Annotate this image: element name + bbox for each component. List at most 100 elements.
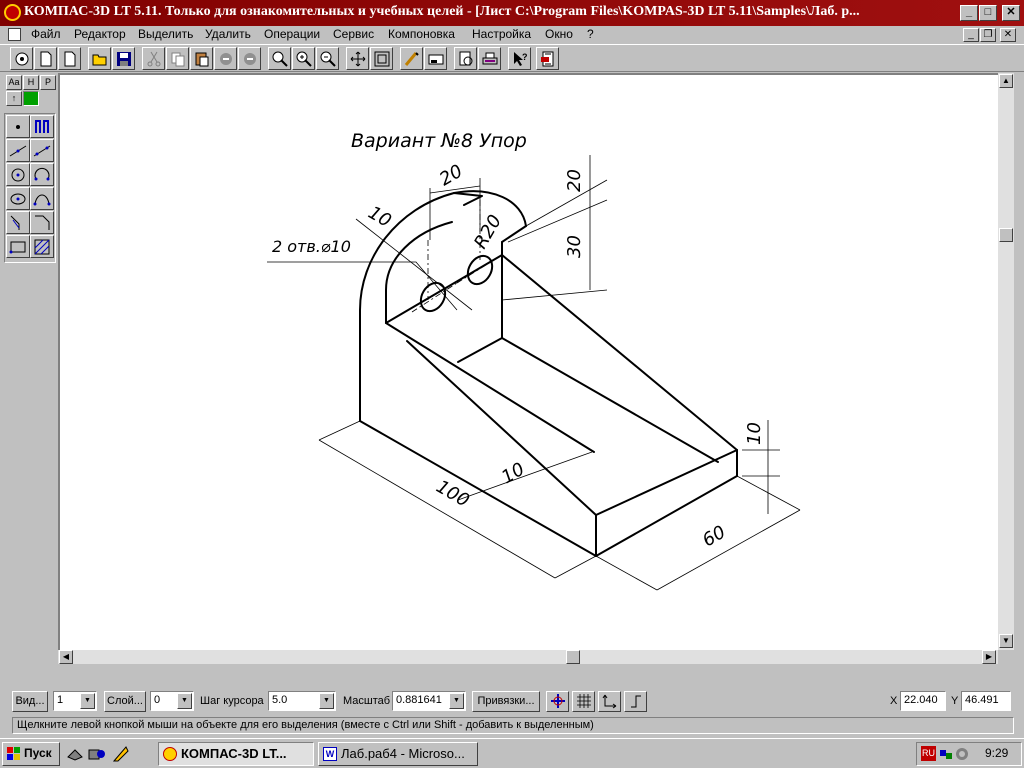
zoom-in-button[interactable] — [292, 47, 315, 70]
point-tool[interactable] — [6, 115, 30, 138]
scroll-up-button[interactable]: ▲ — [999, 74, 1013, 88]
network-icon[interactable] — [939, 747, 953, 761]
volume-icon[interactable] — [955, 747, 969, 761]
cursor-step-combo[interactable]: 5.0 ▼ — [268, 691, 336, 711]
menu-settings[interactable]: Настройка — [472, 27, 531, 42]
doc-close-button[interactable]: ✕ — [1000, 28, 1016, 42]
pan-icon — [350, 51, 366, 67]
scroll-down-button[interactable]: ▼ — [999, 634, 1013, 648]
layer-button[interactable]: Слой... — [104, 691, 146, 712]
redo-button[interactable] — [238, 47, 261, 70]
clock: 9:29 — [985, 746, 1009, 760]
y-coordinate-field[interactable]: 46.491 — [961, 691, 1011, 711]
x-coordinate-field[interactable]: 22.040 — [900, 691, 946, 711]
vertical-scroll-thumb[interactable] — [999, 228, 1013, 242]
chamfer-tool[interactable] — [30, 211, 54, 234]
menu-window[interactable]: Окно — [545, 27, 573, 42]
help-pointer-icon: ? — [514, 52, 528, 66]
tab-geometry[interactable] — [23, 91, 39, 106]
zoom-button[interactable] — [268, 47, 291, 70]
local-cs-button[interactable] — [598, 691, 621, 712]
word-task-icon: W — [323, 747, 337, 761]
fillet-tool[interactable] — [6, 211, 30, 234]
dim-30: 30 — [564, 235, 585, 258]
cut-button[interactable] — [142, 47, 165, 70]
doc-restore-button[interactable]: ❐ — [980, 28, 996, 42]
open-button[interactable] — [88, 47, 111, 70]
tab-text[interactable]: Аа — [6, 75, 22, 90]
auxiliary-line-tool[interactable] — [30, 115, 54, 138]
menu-operations[interactable]: Операции — [264, 27, 320, 42]
close-button[interactable]: ✕ — [1002, 5, 1020, 21]
menu-delete[interactable]: Удалить — [205, 27, 251, 42]
horizontal-scrollbar[interactable]: ◀ ▶ — [58, 650, 998, 664]
grid-snap-button[interactable] — [546, 691, 569, 712]
menu-help[interactable]: ? — [587, 27, 594, 42]
drawing-sheet: Вариант №8 Упор 20 10 2 отв.⌀10 R20 20 3… — [267, 130, 801, 591]
segment-tool[interactable] — [6, 139, 30, 162]
layers-button[interactable] — [424, 47, 447, 70]
maximize-button[interactable]: □ — [979, 5, 997, 21]
tab-parameters[interactable]: Р — [40, 75, 56, 90]
preview-button[interactable] — [454, 47, 477, 70]
help-pointer-button[interactable]: ? — [508, 47, 531, 70]
new-fragment-button[interactable] — [58, 47, 81, 70]
language-indicator[interactable]: RU — [921, 746, 936, 761]
manager-button[interactable] — [536, 47, 559, 70]
view-combo[interactable]: 1 ▼ — [53, 691, 97, 711]
zoom-all-button[interactable] — [370, 47, 393, 70]
document-properties-button[interactable] — [10, 47, 33, 70]
task-kompas[interactable]: КОМПАС-3D LT... — [158, 742, 314, 766]
menu-editor[interactable]: Редактор — [74, 27, 126, 42]
chevron-down-icon[interactable]: ▼ — [177, 693, 192, 709]
scale-combo[interactable]: 0.881641 ▼ — [392, 691, 466, 711]
title-bar[interactable]: КОМПАС-3D LT 5.11. Только для ознакомите… — [0, 0, 1024, 26]
drawing-canvas[interactable]: Вариант №8 Упор 20 10 2 отв.⌀10 R20 20 3… — [58, 73, 998, 650]
vertical-scrollbar[interactable]: ▲ ▼ — [998, 73, 1014, 650]
tab-dimensions[interactable]: Н — [23, 75, 39, 90]
tab-measure[interactable]: ↑ — [6, 91, 22, 106]
start-button[interactable]: Пуск — [2, 742, 60, 766]
spline-tool[interactable] — [30, 187, 54, 210]
ellipse-tool[interactable] — [6, 187, 30, 210]
quicklaunch-email-icon[interactable] — [66, 745, 84, 763]
menu-select[interactable]: Выделить — [138, 27, 193, 42]
chevron-down-icon[interactable]: ▼ — [80, 693, 95, 709]
save-button[interactable] — [112, 47, 135, 70]
print-button[interactable] — [478, 47, 501, 70]
grid-button[interactable] — [572, 691, 595, 712]
doc-minimize-button[interactable]: _ — [963, 28, 979, 42]
ortho-button[interactable] — [624, 691, 647, 712]
quicklaunch-app-icon[interactable] — [112, 745, 130, 763]
status-bar: Щелкните левой кнопкой мыши на объекте д… — [0, 715, 1024, 735]
refresh-button[interactable] — [400, 47, 423, 70]
kompas-app-icon[interactable] — [4, 4, 21, 21]
task-word[interactable]: W Лаб.раб4 - Microso... — [318, 742, 478, 766]
scroll-right-button[interactable]: ▶ — [982, 650, 996, 664]
menu-file[interactable]: Файл — [31, 27, 61, 42]
circle-tool[interactable] — [6, 163, 30, 186]
zoom-out-button[interactable] — [316, 47, 339, 70]
hole-left — [419, 281, 447, 313]
snaps-button[interactable]: Привязки... — [472, 691, 540, 712]
hatch-tool[interactable] — [30, 235, 54, 258]
chevron-down-icon[interactable]: ▼ — [449, 693, 464, 709]
line-tool[interactable] — [30, 139, 54, 162]
pan-button[interactable] — [346, 47, 369, 70]
paste-button[interactable] — [190, 47, 213, 70]
layer-combo[interactable]: 0 ▼ — [150, 691, 194, 711]
copy-button[interactable] — [166, 47, 189, 70]
view-button[interactable]: Вид... — [12, 691, 48, 712]
document-icon[interactable] — [8, 28, 21, 41]
new-sheet-button[interactable] — [34, 47, 57, 70]
quicklaunch-browser-icon[interactable] — [88, 745, 106, 763]
rectangle-tool[interactable] — [6, 235, 30, 258]
undo-button[interactable] — [214, 47, 237, 70]
menu-service[interactable]: Сервис — [333, 27, 374, 42]
horizontal-scroll-thumb[interactable] — [566, 650, 580, 664]
menu-layout[interactable]: Компоновка — [388, 27, 455, 42]
minimize-button[interactable]: _ — [960, 5, 978, 21]
arc-tool[interactable] — [30, 163, 54, 186]
chevron-down-icon[interactable]: ▼ — [319, 693, 334, 709]
scroll-left-button[interactable]: ◀ — [59, 650, 73, 664]
